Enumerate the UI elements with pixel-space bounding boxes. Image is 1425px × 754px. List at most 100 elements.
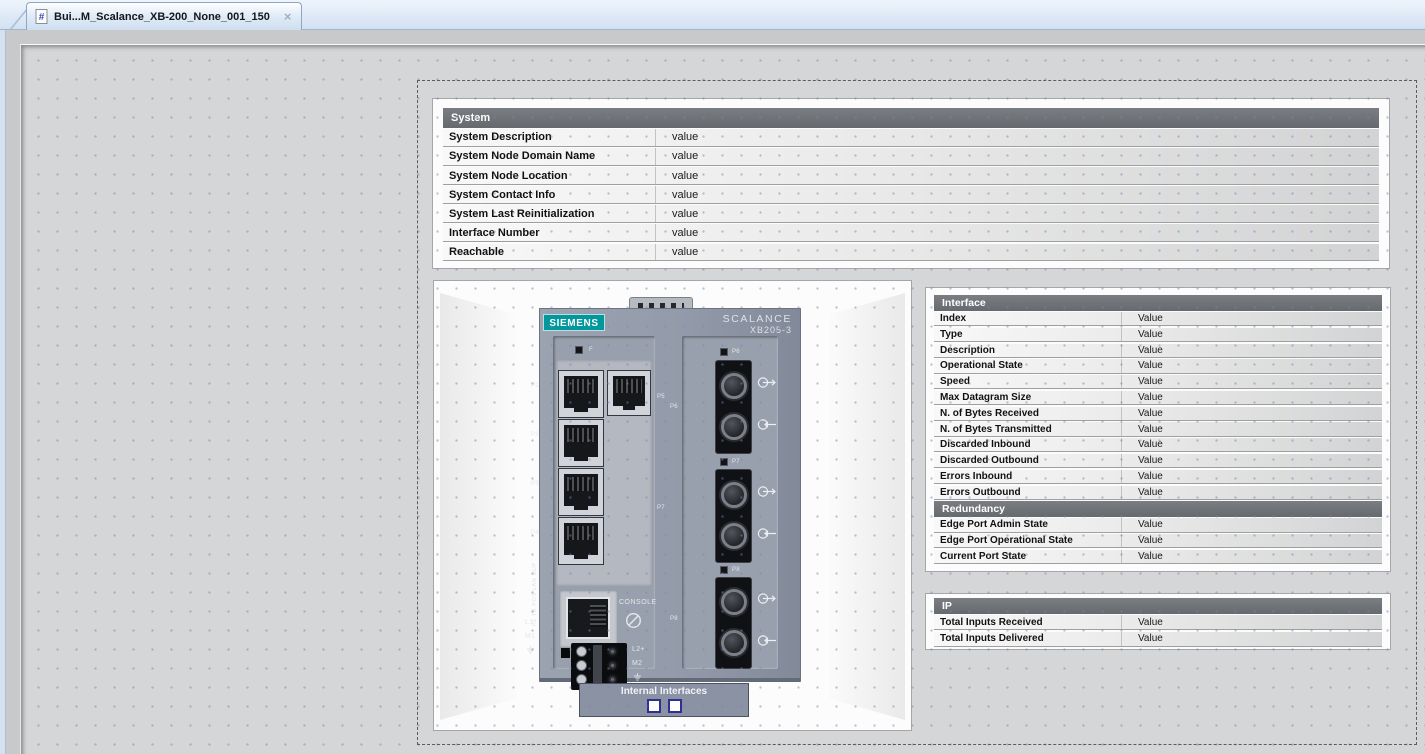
row-label: Description [934, 344, 1122, 357]
tab-faceplate[interactable]: # Bui...M_Scalance_XB-200_None_001_150 × [26, 2, 302, 30]
row-value: Value [1122, 375, 1382, 388]
table-row[interactable]: Edge Port Admin State Value [934, 518, 1382, 532]
table-row[interactable]: Index Value [934, 312, 1382, 326]
port-mounting-plate [556, 360, 652, 586]
interface-table-rows: Index Value Type Value Description Value [934, 312, 1382, 500]
faceplate-editor-window: # Bui...M_Scalance_XB-200_None_001_150 ×… [0, 0, 1425, 754]
row-value: value [656, 224, 1379, 241]
scalance-switch-figure: SIEMENS SCALANCE XB205-3 F [514, 294, 801, 724]
photo-shading-right [829, 293, 905, 720]
arrow-in-icon [757, 418, 778, 431]
arrow-out-icon [757, 376, 778, 389]
table-row[interactable]: N. of Bytes Received Value [934, 407, 1382, 421]
row-label: Total Inputs Delivered [934, 632, 1122, 646]
row-value: value [656, 167, 1379, 184]
table-row[interactable]: System Node Domain Name value [443, 148, 1379, 166]
table-row[interactable]: Total Inputs Delivered Value [934, 632, 1382, 647]
system-table-panel[interactable]: System System Description value System N… [432, 98, 1390, 269]
internal-interface-port[interactable] [647, 699, 661, 713]
tab-bar: # Bui...M_Scalance_XB-200_None_001_150 × [0, 0, 1425, 30]
table-row[interactable]: Description Value [934, 344, 1382, 358]
port-label-p8: P8 [670, 616, 678, 622]
ip-table-header: IP [934, 598, 1382, 614]
photo-shading-left [440, 293, 516, 720]
row-value: Value [1122, 518, 1382, 531]
device-image-panel[interactable]: SIEMENS SCALANCE XB205-3 F [433, 280, 912, 731]
row-label: Discarded Inbound [934, 438, 1122, 451]
arrow-out-icon [757, 485, 778, 498]
ip-table-panel[interactable]: IP Total Inputs Received Value Total Inp… [925, 593, 1391, 650]
table-row[interactable]: N. of Bytes Transmitted Value [934, 422, 1382, 436]
port-label-p5: P5 [657, 394, 665, 400]
row-label: N. of Bytes Received [934, 407, 1122, 420]
table-row[interactable]: System Last Reinitialization value [443, 205, 1379, 223]
port-led-p8 [720, 566, 728, 574]
table-row[interactable]: System Node Location value [443, 167, 1379, 185]
row-label: Speed [934, 375, 1122, 388]
row-value: Value [1122, 550, 1382, 563]
table-row[interactable]: Interface Number value [443, 224, 1379, 242]
table-row[interactable]: System Contact Info value [443, 186, 1379, 204]
table-row[interactable]: Current Port State Value [934, 550, 1382, 564]
tab-close-icon[interactable]: × [284, 10, 292, 23]
table-row[interactable]: Edge Port Operational State Value [934, 534, 1382, 548]
row-label: Interface Number [443, 224, 656, 241]
row-label: Discarded Outbound [934, 454, 1122, 467]
port-label-p2: P2 [531, 432, 539, 438]
faceplate-type-icon: # [35, 9, 48, 24]
table-row[interactable]: Discarded Outbound Value [934, 454, 1382, 468]
svg-text:#: # [39, 12, 45, 23]
system-table-header: System [443, 108, 1379, 128]
interface-table-panel[interactable]: Interface Index Value Type Value Descrip… [925, 287, 1391, 572]
table-row[interactable]: Total Inputs Received Value [934, 615, 1382, 630]
row-label: Reachable [443, 244, 656, 261]
row-value: value [656, 186, 1379, 203]
prohibition-icon [625, 612, 642, 629]
table-row[interactable]: Type Value [934, 328, 1382, 342]
arrow-in-icon [757, 634, 778, 647]
port-led-p7 [720, 458, 728, 466]
row-value: Value [1122, 328, 1382, 341]
row-label: System Description [443, 129, 656, 146]
table-row[interactable]: Discarded Inbound Value [934, 438, 1382, 452]
table-row[interactable]: Speed Value [934, 375, 1382, 389]
rj45-port-p3 [558, 468, 604, 516]
port-label-p3: P3 [531, 481, 539, 487]
internal-interfaces-bar: Internal Interfaces [579, 683, 749, 717]
row-value: Value [1122, 422, 1382, 435]
copper-port-panel: F CONSOLE [553, 336, 655, 669]
row-value: Value [1122, 454, 1382, 467]
port-led-label: P7 [732, 459, 740, 465]
row-value: Value [1122, 359, 1382, 372]
table-row[interactable]: Errors Outbound Value [934, 486, 1382, 500]
table-row[interactable]: Max Datagram Size Value [934, 391, 1382, 405]
table-row[interactable]: Reachable value [443, 244, 1379, 262]
row-value: value [656, 205, 1379, 222]
fiber-port-pair-3 [715, 577, 752, 669]
device-body: SIEMENS SCALANCE XB205-3 F [539, 308, 801, 682]
table-row[interactable]: System Description value [443, 129, 1379, 147]
row-value: Value [1122, 391, 1382, 404]
row-value: Value [1122, 407, 1382, 420]
port-led-label: P8 [732, 567, 740, 573]
row-label: Operational State [934, 359, 1122, 372]
table-row[interactable]: Operational State Value [934, 359, 1382, 373]
tab-title: Bui...M_Scalance_XB-200_None_001_150 [54, 11, 270, 23]
row-value: Value [1122, 312, 1382, 325]
rj45-port-p1 [558, 370, 604, 418]
redundancy-table-header: Redundancy [934, 501, 1382, 517]
row-label: Edge Port Admin State [934, 518, 1122, 531]
row-label: Index [934, 312, 1122, 325]
fault-led-label: F [589, 347, 593, 353]
port-label-p7: P7 [657, 505, 665, 511]
row-label: System Node Domain Name [443, 148, 656, 165]
table-row[interactable]: Errors Inbound Value [934, 470, 1382, 484]
row-label: Type [934, 328, 1122, 341]
port-label-p4: P4 [531, 530, 539, 536]
power-label-m1: M1 [525, 633, 535, 640]
rj45-port-p5 [607, 370, 651, 416]
internal-interface-port[interactable] [668, 699, 682, 713]
rj45-port-p4 [558, 517, 604, 565]
port-label-p6: P6 [670, 404, 678, 410]
fiber-port-panel: P6 [682, 336, 778, 669]
